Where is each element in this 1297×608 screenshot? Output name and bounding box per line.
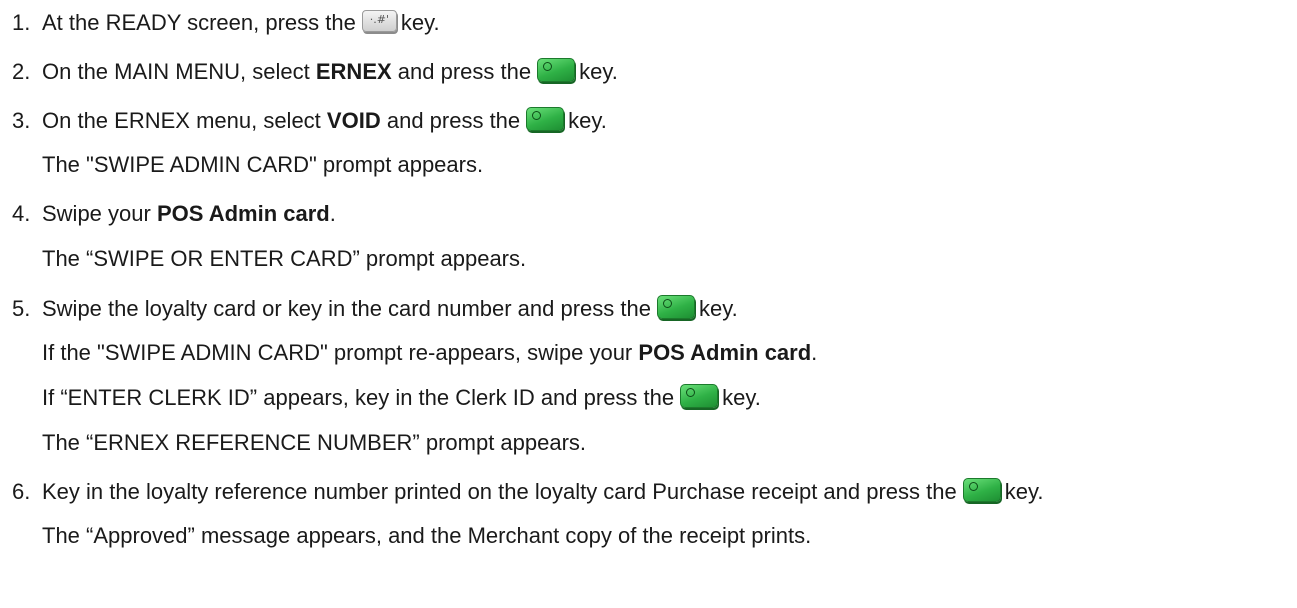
step-number: 4. (12, 201, 31, 226)
ok-key-icon (537, 58, 576, 82)
step-text: Key in the loyalty reference number prin… (42, 478, 1044, 504)
step-number: 2. (12, 59, 31, 84)
ok-key-icon (657, 295, 695, 319)
ok-key-icon (680, 384, 719, 408)
step-text: Swipe the loyalty card or key in the car… (42, 295, 738, 321)
step-number: 1. (12, 10, 31, 35)
step-text: Swipe your POS Admin card. (42, 201, 336, 226)
step-text: On the MAIN MENU, select ERNEX and press… (42, 58, 618, 84)
step-number: 6. (12, 479, 31, 504)
ok-key-icon (526, 107, 565, 131)
step-text: At the READY screen, press the ·.#' key. (42, 10, 440, 35)
step-text: On the ERNEX menu, select VOID and press… (42, 107, 607, 133)
step-number: 3. (12, 108, 31, 133)
step-number: 5. (12, 296, 31, 321)
ok-key-icon (962, 478, 1001, 502)
hash-key-icon: ·.#' (361, 10, 397, 32)
